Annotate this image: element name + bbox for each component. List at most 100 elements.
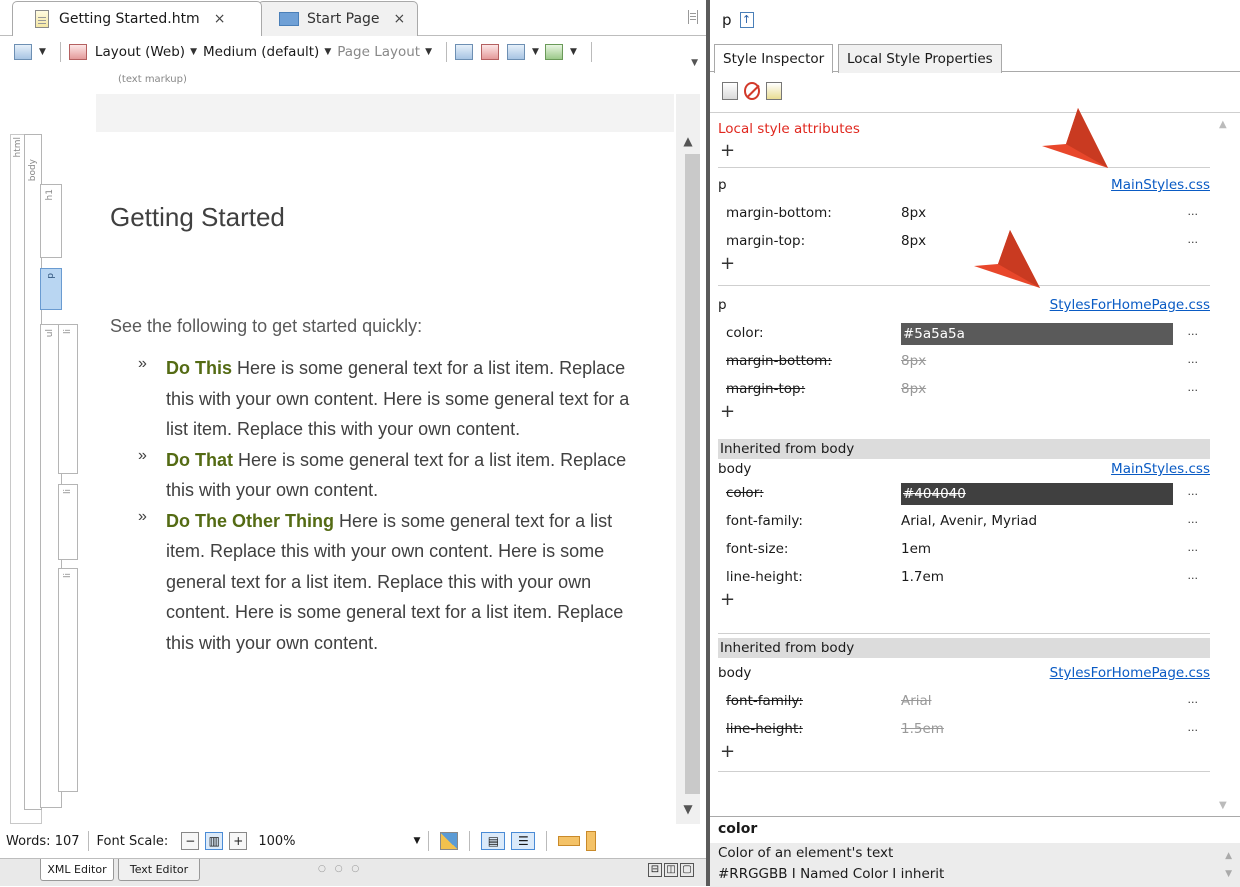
stylesheet-link[interactable]: MainStyles.css <box>1111 177 1210 193</box>
font-scale-decrease-button[interactable]: − <box>181 832 200 850</box>
structure-block-li[interactable]: li <box>58 324 78 474</box>
medium-dropdown[interactable]: Medium (default) ▼ <box>203 44 331 60</box>
structure-block-li[interactable]: li <box>58 484 78 560</box>
resize-handle[interactable]: ○ ○ ○ <box>318 864 362 874</box>
property-row[interactable]: font-family: Arial, Avenir, Myriad ... <box>718 513 1210 535</box>
split-horizontal-icon[interactable]: ⊟ <box>648 863 662 877</box>
show-tags-button[interactable] <box>455 44 475 60</box>
property-edit-button[interactable]: ... <box>1188 325 1199 338</box>
scroll-up-icon[interactable]: ▲ <box>676 134 700 152</box>
select-parent-icon[interactable]: ↑ <box>739 12 754 28</box>
document-intro-paragraph[interactable]: See the following to get started quickly… <box>110 316 422 337</box>
tab-getting-started[interactable]: Getting Started.htm × <box>12 1 262 36</box>
list-item-text: Here is some general text for a list ite… <box>166 510 624 653</box>
toolbar-overflow-icon[interactable]: ▼ <box>691 58 698 68</box>
list-item-lead: Do This <box>166 358 232 378</box>
section-divider <box>718 285 1210 286</box>
add-property-button[interactable]: + <box>720 401 735 422</box>
structure-block-h1[interactable]: h1 <box>40 184 62 258</box>
horizontal-ruler-icon[interactable] <box>558 836 581 846</box>
zoom-dropdown-icon[interactable]: ▼ <box>413 836 420 846</box>
property-row[interactable]: margin-top: 8px ... <box>718 233 1210 255</box>
list-item-lead: Do That <box>166 449 233 470</box>
structure-label: h1 <box>45 189 55 201</box>
property-edit-button[interactable]: ... <box>1188 381 1199 394</box>
block-bar-dropdown[interactable]: ▼ <box>507 44 539 60</box>
scroll-down-icon[interactable]: ▼ <box>676 802 700 820</box>
show-changes-button[interactable] <box>481 44 501 60</box>
tab-style-inspector[interactable]: Style Inspector <box>714 44 834 73</box>
single-view-icon[interactable]: ▢ <box>680 863 694 877</box>
scroll-down-icon[interactable]: ▼ <box>1219 800 1227 811</box>
close-icon[interactable]: × <box>214 11 226 27</box>
scroll-up-icon[interactable]: ▲ <box>1219 119 1227 130</box>
stylesheet-link[interactable]: MainStyles.css <box>1111 461 1210 477</box>
structure-block-li[interactable]: li <box>58 568 78 792</box>
property-name: font-family: <box>726 513 803 529</box>
scroll-thumb[interactable] <box>685 154 700 794</box>
list-bullet-icon: » <box>138 507 147 525</box>
conditions-dropdown[interactable]: ▼ <box>544 44 577 60</box>
property-edit-button[interactable]: ... <box>1188 205 1199 218</box>
property-row[interactable]: color: #5a5a5a ... <box>718 323 1210 347</box>
property-edit-button[interactable]: ... <box>1188 353 1199 366</box>
list-item[interactable]: » Do This Here is some general text for … <box>138 353 638 445</box>
property-row[interactable]: margin-bottom: 8px ... <box>718 205 1210 227</box>
section-divider <box>718 633 1210 634</box>
property-edit-button[interactable]: ... <box>1188 485 1199 498</box>
callout-arrow-icon <box>974 230 1040 288</box>
tab-local-style-properties[interactable]: Local Style Properties <box>838 44 1002 73</box>
property-edit-button[interactable]: ... <box>1188 513 1199 526</box>
font-scale-increase-button[interactable]: + <box>229 832 248 850</box>
property-name: color: <box>726 485 764 501</box>
layout-dropdown[interactable]: Layout (Web) ▼ <box>68 44 197 60</box>
tab-xml-editor[interactable]: XML Editor <box>40 859 114 881</box>
close-icon[interactable]: × <box>394 11 406 27</box>
property-edit-button[interactable]: ... <box>1188 693 1199 706</box>
inspector-scrollbar[interactable]: ▲ ▼ <box>1216 113 1236 817</box>
property-row[interactable]: line-height: 1.5em ... <box>718 721 1210 743</box>
tab-text-editor[interactable]: Text Editor <box>118 859 200 881</box>
document-page[interactable]: Getting Started See the following to get… <box>96 132 674 824</box>
structure-bar-toggle-icon[interactable]: ▤ <box>481 832 506 850</box>
property-row[interactable]: margin-bottom: 8px ... <box>718 353 1210 375</box>
add-property-button[interactable]: + <box>720 741 735 762</box>
span-bar-toggle-icon[interactable]: ☰ <box>511 832 536 850</box>
structure-label: li <box>63 329 73 335</box>
tab-start-page[interactable]: Start Page × <box>258 1 418 36</box>
edit-stylesheet-icon[interactable] <box>766 82 782 100</box>
tab-list-icon[interactable] <box>688 10 698 24</box>
stylesheet-link[interactable]: StylesForHomePage.css <box>1050 665 1210 681</box>
clear-styles-icon[interactable] <box>744 82 760 100</box>
show-grid-icon[interactable] <box>440 832 459 850</box>
description-title: color <box>718 821 758 837</box>
structure-block-p[interactable]: p <box>40 268 62 310</box>
property-edit-button[interactable]: ... <box>1188 569 1199 582</box>
property-row[interactable]: color: #404040 ... <box>718 483 1210 507</box>
property-row[interactable]: margin-top: 8px ... <box>718 381 1210 403</box>
add-property-button[interactable]: + <box>720 589 735 610</box>
list-item[interactable]: » Do The Other Thing Here is some genera… <box>138 506 638 659</box>
list-item[interactable]: » Do That Here is some general text for … <box>138 445 638 506</box>
add-local-style-button[interactable]: + <box>720 140 735 161</box>
description-scrollbar[interactable]: ▲ ▼ <box>1225 847 1232 883</box>
document-heading[interactable]: Getting Started <box>110 202 285 233</box>
open-stylesheet-icon[interactable] <box>722 82 738 100</box>
property-row[interactable]: line-height: 1.7em ... <box>718 569 1210 591</box>
add-property-button[interactable]: + <box>720 253 735 274</box>
stylesheet-link[interactable]: StylesForHomePage.css <box>1050 297 1210 313</box>
vertical-ruler-icon[interactable] <box>586 831 597 851</box>
status-divider <box>469 831 471 851</box>
editor-vertical-scrollbar[interactable]: ▲ ▼ <box>676 94 700 824</box>
property-edit-button[interactable]: ... <box>1188 233 1199 246</box>
list-item-lead: Do The Other Thing <box>166 510 334 531</box>
zoom-value[interactable]: 100% <box>258 834 295 849</box>
property-row[interactable]: font-size: 1em ... <box>718 541 1210 563</box>
font-scale-reset-button[interactable]: ▥ <box>205 832 224 850</box>
property-edit-button[interactable]: ... <box>1188 721 1199 734</box>
preview-dropdown[interactable]: ▼ <box>14 44 46 60</box>
property-edit-button[interactable]: ... <box>1188 541 1199 554</box>
page-layout-dropdown[interactable]: Page Layout ▼ <box>337 44 432 60</box>
property-row[interactable]: font-family: Arial ... <box>718 693 1210 715</box>
split-vertical-icon[interactable]: ◫ <box>664 863 678 877</box>
